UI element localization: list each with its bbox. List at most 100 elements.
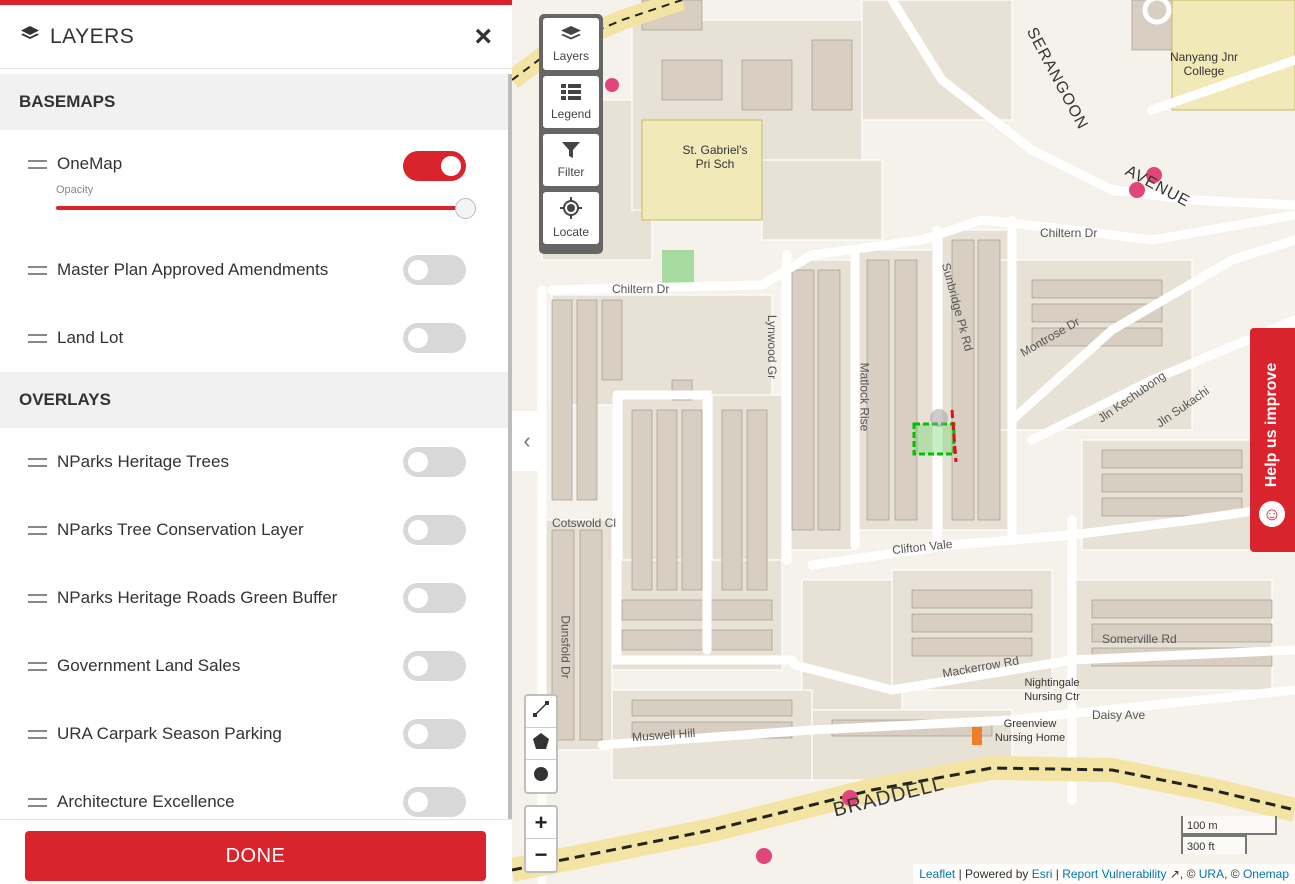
- report-vulnerability-link[interactable]: Report Vulnerability: [1062, 867, 1166, 881]
- legend-button[interactable]: Legend: [543, 76, 599, 128]
- leaflet-link[interactable]: Leaflet: [919, 867, 955, 881]
- drag-handle-icon[interactable]: [28, 729, 47, 739]
- legend-button-label: Legend: [550, 107, 592, 121]
- map-tiles[interactable]: [512, 0, 1295, 884]
- drag-handle-icon[interactable]: [28, 457, 47, 467]
- ura-link[interactable]: URA: [1199, 867, 1224, 881]
- opacity-slider-track[interactable]: [56, 206, 460, 210]
- map-tool-group: Layers Legend Filter Locate: [539, 14, 603, 254]
- opacity-slider-thumb[interactable]: [455, 198, 476, 219]
- toggle-master-plan[interactable]: [403, 255, 466, 285]
- draw-circle-button[interactable]: [526, 760, 556, 792]
- map-label-road: Chiltern Dr: [1040, 226, 1098, 240]
- map-label-road: Lynwood Gr: [765, 314, 780, 380]
- collapse-panel-button[interactable]: ‹: [512, 411, 542, 471]
- drag-handle-icon[interactable]: [28, 797, 47, 807]
- map-view[interactable]: St. Gabriel's Pri Sch Nanyang Jnr Colleg…: [512, 0, 1295, 884]
- zoom-in-button[interactable]: +: [526, 807, 556, 839]
- layer-row-carpark-season: URA Carpark Season Parking: [0, 700, 512, 768]
- toggle-land-lot[interactable]: [403, 323, 466, 353]
- drag-handle-icon[interactable]: [28, 333, 47, 343]
- map-label-road: Dunsfold Dr: [558, 615, 573, 679]
- locate-button[interactable]: Locate: [543, 192, 599, 244]
- layers-panel: LAYERS × BASEMAPS OneMap Opacity Master …: [0, 0, 512, 884]
- polygon-icon: [532, 732, 550, 755]
- map-label-college: Nanyang Jnr College: [1169, 50, 1239, 78]
- panel-footer: DONE: [0, 819, 512, 884]
- panel-title: LAYERS: [50, 24, 135, 48]
- layer-label: NParks Heritage Roads Green Buffer: [57, 588, 338, 607]
- draw-polygon-button[interactable]: [526, 728, 556, 760]
- layer-row-heritage-trees: NParks Heritage Trees: [0, 428, 512, 496]
- locate-icon: [560, 197, 582, 224]
- attribution-text: | Powered by: [958, 867, 1029, 881]
- map-label-nursing: Greenview Nursing Home: [994, 718, 1066, 744]
- line-icon: [532, 700, 550, 723]
- smiley-icon: ☺: [1259, 501, 1285, 527]
- panel-header: LAYERS ×: [0, 5, 512, 69]
- basemaps-heading: BASEMAPS: [0, 74, 512, 130]
- toggle-heritage-trees[interactable]: [403, 447, 466, 477]
- map-attribution: Leaflet | Powered by Esri | Report Vulne…: [913, 864, 1295, 884]
- external-link-icon: ↗: [1169, 867, 1180, 881]
- layer-list: BASEMAPS OneMap Opacity Master Plan Appr…: [0, 74, 512, 819]
- layer-label: Government Land Sales: [57, 656, 241, 675]
- layer-label: NParks Heritage Trees: [57, 452, 229, 471]
- layer-row-heritage-roads: NParks Heritage Roads Green Buffer: [0, 564, 512, 632]
- layer-label: Master Plan Approved Amendments: [57, 260, 329, 279]
- attribution-text: , ©: [1224, 867, 1240, 881]
- layer-label: NParks Tree Conservation Layer: [57, 520, 304, 539]
- map-label-road: Cotswold Cl: [552, 516, 617, 530]
- map-label-nursing: Nightingale Nursing Ctr: [1024, 677, 1080, 703]
- draw-toolbar: [524, 694, 558, 794]
- attribution-text: , ©: [1179, 867, 1196, 881]
- draw-line-button[interactable]: [526, 696, 556, 728]
- layers-button[interactable]: Layers: [543, 18, 599, 70]
- opacity-label: Opacity: [56, 184, 94, 196]
- attribution-separator: |: [1055, 867, 1059, 881]
- scale-bar: 100 m 300 ft: [1181, 816, 1277, 854]
- toggle-architecture-excellence[interactable]: [403, 787, 466, 817]
- close-icon[interactable]: ×: [474, 21, 492, 52]
- layer-row-architecture-excellence: Architecture Excellence: [0, 768, 512, 819]
- map-label-road: Matlock Rise: [857, 362, 872, 432]
- toggle-government-land-sales[interactable]: [403, 651, 466, 681]
- locate-button-label: Locate: [552, 225, 590, 239]
- legend-icon: [560, 83, 582, 106]
- drag-handle-icon[interactable]: [28, 265, 47, 275]
- filter-icon: [561, 141, 581, 164]
- map-label-road: Daisy Ave: [1092, 708, 1146, 722]
- layer-label: Land Lot: [57, 328, 124, 347]
- layer-row-tree-conservation: NParks Tree Conservation Layer: [0, 496, 512, 564]
- map-label-road: Chiltern Dr: [612, 282, 670, 296]
- layer-row-onemap: OneMap Opacity: [0, 130, 512, 236]
- help-us-improve-button[interactable]: Help us improve ☺: [1250, 328, 1295, 552]
- map-label-school: St. Gabriel's Pri Sch: [682, 143, 748, 171]
- toggle-heritage-roads[interactable]: [403, 583, 466, 613]
- overlays-heading: OVERLAYS: [0, 372, 512, 428]
- filter-button-label: Filter: [557, 165, 585, 179]
- layer-row-master-plan: Master Plan Approved Amendments: [0, 236, 512, 304]
- filter-button[interactable]: Filter: [543, 134, 599, 186]
- drag-handle-icon[interactable]: [28, 661, 47, 671]
- help-label: Help us improve: [1263, 362, 1281, 488]
- layers-icon: [20, 25, 40, 48]
- toggle-onemap[interactable]: [403, 151, 466, 181]
- esri-link[interactable]: Esri: [1032, 867, 1053, 881]
- layer-label: URA Carpark Season Parking: [57, 724, 282, 743]
- layers-icon: [560, 25, 582, 48]
- toggle-tree-conservation[interactable]: [403, 515, 466, 545]
- layer-row-government-land-sales: Government Land Sales: [0, 632, 512, 700]
- scale-metric: 100 m: [1181, 816, 1277, 835]
- done-button[interactable]: DONE: [25, 831, 486, 881]
- layer-label: Architecture Excellence: [57, 792, 235, 811]
- zoom-out-button[interactable]: −: [526, 839, 556, 871]
- map-label-road: Somerville Rd: [1102, 632, 1177, 646]
- onemap-link[interactable]: Onemap: [1243, 867, 1289, 881]
- drag-handle-icon[interactable]: [28, 525, 47, 535]
- toggle-carpark-season[interactable]: [403, 719, 466, 749]
- drag-handle-icon[interactable]: [28, 160, 47, 169]
- scale-imperial: 300 ft: [1181, 835, 1247, 854]
- drag-handle-icon[interactable]: [28, 593, 47, 603]
- zoom-control: + −: [524, 805, 558, 873]
